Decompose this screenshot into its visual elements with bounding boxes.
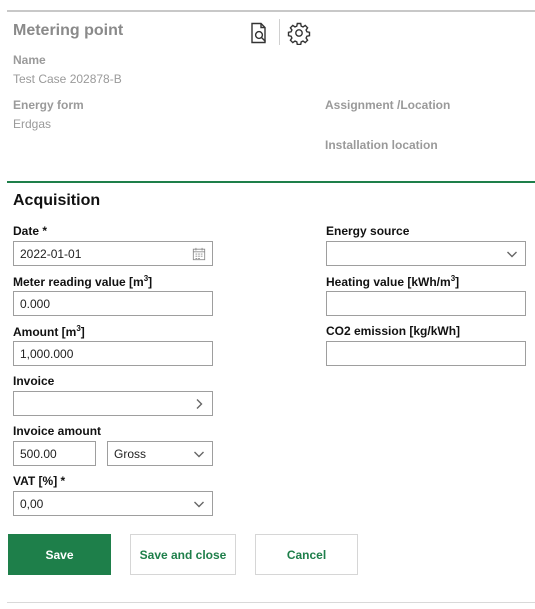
date-value: 2022-01-01	[20, 246, 82, 261]
acquisition-heading: Acquisition	[13, 192, 101, 209]
top-divider	[7, 10, 535, 12]
name-label: Name	[13, 53, 46, 67]
save-button[interactable]: Save	[8, 534, 111, 575]
name-value: Test Case 202878-B	[13, 72, 122, 86]
chevron-right-icon	[192, 397, 206, 411]
vat-label: VAT [%] *	[13, 474, 66, 488]
chevron-down-icon	[192, 447, 206, 461]
vat-select[interactable]: 0,00	[13, 491, 213, 516]
gear-icon[interactable]	[286, 20, 312, 46]
page-title: Metering point	[13, 22, 124, 39]
date-field[interactable]: 2022-01-01	[13, 241, 213, 266]
invoice-amount-input[interactable]: 500.00	[13, 441, 96, 466]
energy-form-label: Energy form	[13, 98, 84, 112]
meter-reading-input[interactable]: 0.000	[13, 291, 213, 316]
invoice-label: Invoice	[13, 374, 55, 388]
heating-value-input[interactable]	[326, 291, 526, 316]
heating-value-label: Heating value [kWh/m3]	[326, 274, 460, 289]
section-divider	[7, 181, 535, 183]
co2-emission-label: CO2 emission [kg/kWh]	[326, 324, 461, 338]
bottom-divider	[7, 602, 535, 603]
cancel-button[interactable]: Cancel	[255, 534, 358, 575]
meter-reading-label: Meter reading value [m3]	[13, 274, 153, 289]
save-and-close-button[interactable]: Save and close	[130, 534, 236, 575]
gross-net-select[interactable]: Gross	[107, 441, 213, 466]
toolbar-separator	[279, 19, 280, 45]
chevron-down-icon	[505, 247, 519, 261]
amount-input[interactable]: 1,000.000	[13, 341, 213, 366]
calendar-icon[interactable]	[192, 247, 206, 261]
document-search-icon[interactable]	[246, 20, 272, 46]
assignment-location-label: Assignment /Location	[325, 98, 451, 112]
energy-source-select[interactable]	[326, 241, 526, 266]
co2-emission-input[interactable]	[326, 341, 526, 366]
invoice-picker[interactable]	[13, 391, 213, 416]
date-label: Date *	[13, 224, 48, 238]
installation-location-label: Installation location	[325, 138, 438, 152]
chevron-down-icon	[192, 497, 206, 511]
energy-source-label: Energy source	[326, 224, 410, 238]
amount-label: Amount [m3]	[13, 324, 85, 339]
energy-form-value: Erdgas	[13, 117, 52, 131]
invoice-amount-label: Invoice amount	[13, 424, 102, 438]
